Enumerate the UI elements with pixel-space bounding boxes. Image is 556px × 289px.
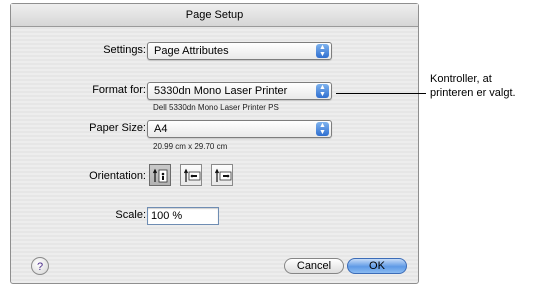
- scale-input[interactable]: 100 %: [147, 207, 219, 225]
- settings-label: Settings:: [103, 44, 146, 56]
- annotation-text: Kontroller, at printeren er valgt.: [430, 72, 516, 100]
- paper-size-value: A4: [154, 123, 168, 135]
- scale-label: Scale:: [115, 209, 146, 221]
- ok-button[interactable]: OK: [347, 258, 407, 274]
- format-for-value: 5330dn Mono Laser Printer: [154, 85, 288, 97]
- paper-size-popup[interactable]: A4 ▲ ▼: [147, 120, 332, 138]
- annotation-leader-line: [336, 93, 426, 94]
- page-setup-dialog: Page Setup Settings: Page Attributes ▲ ▼ …: [10, 3, 419, 284]
- popup-arrows-icon: ▲ ▼: [316, 122, 329, 136]
- orientation-label: Orientation:: [89, 170, 146, 182]
- paper-size-label: Paper Size:: [89, 122, 146, 134]
- settings-popup[interactable]: Page Attributes ▲ ▼: [147, 42, 332, 60]
- paper-size-subtext: 20.99 cm x 29.70 cm: [153, 142, 228, 151]
- cancel-button[interactable]: Cancel: [284, 258, 344, 274]
- format-for-label: Format for:: [92, 84, 146, 96]
- orientation-portrait-button[interactable]: [149, 164, 171, 186]
- annotation-line-2: printeren er valgt.: [430, 87, 516, 99]
- orientation-landscape-right-button[interactable]: [211, 164, 233, 186]
- format-for-subtext: Dell 5330dn Mono Laser Printer PS: [153, 103, 279, 112]
- orientation-landscape-left-button[interactable]: [180, 164, 202, 186]
- settings-value: Page Attributes: [154, 45, 229, 57]
- popup-arrows-icon: ▲ ▼: [316, 84, 329, 98]
- landscape-right-orientation-icon: [214, 168, 232, 182]
- format-for-popup[interactable]: 5330dn Mono Laser Printer ▲ ▼: [147, 82, 332, 100]
- help-button[interactable]: ?: [31, 257, 49, 275]
- annotation-line-1: Kontroller, at: [430, 73, 492, 85]
- portrait-orientation-icon: [152, 168, 168, 183]
- popup-arrows-icon: ▲ ▼: [316, 44, 329, 58]
- landscape-left-orientation-icon: [183, 168, 201, 182]
- dialog-title: Page Setup: [11, 4, 418, 27]
